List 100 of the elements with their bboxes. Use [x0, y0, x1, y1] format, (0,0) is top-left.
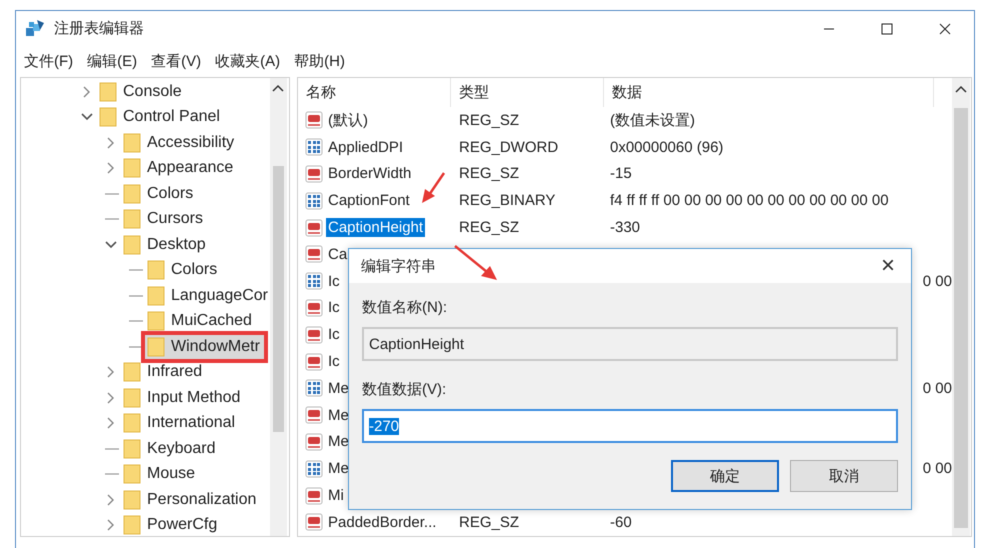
expand-chevron-icon[interactable]: [107, 417, 115, 430]
menu-item[interactable]: 编辑(E): [87, 52, 138, 70]
string-value-icon: [305, 406, 323, 424]
close-icon: [939, 22, 951, 34]
string-value-icon: [305, 432, 323, 451]
value-data: -330: [609, 219, 642, 236]
value-name[interactable]: (默认): [326, 110, 370, 131]
tree-item[interactable]: Colors: [145, 258, 222, 282]
annotation-arrow: [422, 172, 446, 203]
window-title: 注册表编辑器: [54, 19, 144, 38]
value-name[interactable]: Mi: [326, 486, 346, 506]
tree-line-icon: [127, 268, 143, 272]
input-field[interactable]: CaptionHeight: [362, 327, 898, 361]
column-header[interactable]: 数据: [604, 78, 934, 107]
value-type: REG_SZ: [458, 165, 520, 182]
tree-item[interactable]: WindowMetr: [145, 334, 264, 359]
binary-value-icon: [305, 460, 323, 478]
scroll-up-icon[interactable]: [955, 85, 967, 93]
value-name[interactable]: Me: [326, 406, 351, 425]
folder-icon: [123, 158, 141, 178]
scroll-up-icon[interactable]: [272, 84, 284, 92]
menu-item[interactable]: 查看(V): [151, 52, 202, 70]
column-header[interactable]: 名称: [298, 78, 451, 107]
tree-item[interactable]: PowerCfg: [121, 513, 222, 536]
value-name[interactable]: Ic: [326, 298, 342, 318]
tree-line-icon: [103, 217, 119, 222]
menu-item[interactable]: 帮助(H): [294, 52, 345, 70]
value-name[interactable]: Ic: [326, 352, 342, 372]
folder-icon: [147, 336, 165, 357]
menu-item[interactable]: 文件(F): [24, 52, 74, 70]
value-data: 0 00: [922, 380, 952, 397]
value-name[interactable]: BorderWidth: [326, 164, 414, 184]
value-type: REG_SZ: [458, 219, 520, 236]
collapse-chevron-icon[interactable]: [81, 113, 93, 122]
collapse-chevron-icon[interactable]: [105, 240, 117, 249]
expand-chevron-icon[interactable]: [107, 494, 115, 506]
tree-item[interactable]: Desktop: [121, 232, 210, 257]
tree-item[interactable]: Accessibility: [121, 130, 238, 155]
value-name[interactable]: Ic: [326, 272, 342, 291]
tree-item[interactable]: Appearance: [121, 156, 238, 180]
dialog-title: 编辑字符串: [361, 256, 436, 276]
expand-chevron-icon[interactable]: [83, 86, 91, 98]
tree-item[interactable]: International: [121, 411, 240, 436]
column-header[interactable]: 类型: [451, 78, 604, 107]
string-value-icon: [305, 218, 323, 237]
string-value-icon: [305, 352, 323, 371]
value-name[interactable]: Ic: [326, 325, 342, 344]
binary-value-icon: [305, 192, 323, 210]
tree-item[interactable]: Colors: [121, 182, 198, 206]
tree-line-icon: [103, 472, 119, 476]
string-value-icon: [305, 298, 323, 317]
expand-chevron-icon[interactable]: [107, 392, 115, 404]
binary-value-icon: [305, 272, 323, 290]
tree-item[interactable]: Control Panel: [97, 105, 224, 130]
input-field[interactable]: -270: [362, 409, 898, 443]
maximize-icon: [881, 22, 893, 34]
folder-icon: [123, 362, 141, 382]
dialog-button[interactable]: 取消: [790, 460, 898, 492]
tree-item[interactable]: Keyboard: [121, 436, 220, 461]
value-data: -15: [609, 165, 633, 182]
tree-item[interactable]: Infrared: [121, 360, 206, 384]
value-name[interactable]: AppliedDPI: [326, 138, 406, 157]
folder-icon: [99, 107, 117, 128]
value-name[interactable]: PaddedBorder...: [326, 512, 438, 532]
scrollbar[interactable]: [270, 78, 287, 536]
tree-item[interactable]: Console: [97, 80, 186, 104]
string-value-icon: [305, 164, 323, 183]
tree-item[interactable]: Cursors: [121, 207, 208, 232]
tree-line-icon: [127, 319, 143, 324]
value-data: (数值未设置): [609, 110, 696, 130]
field-label: 数值数据(V):: [362, 380, 448, 399]
value-name[interactable]: CaptionHeight: [326, 218, 426, 238]
value-data: f4 ff ff ff 00 00 00 00 00 00 00 00 00 00 00: [609, 192, 890, 210]
folder-icon: [123, 234, 141, 255]
expand-chevron-icon[interactable]: [107, 366, 115, 378]
tree-item[interactable]: MuiCached: [145, 309, 256, 334]
menu-item[interactable]: 收藏夹(A): [215, 52, 280, 70]
value-name[interactable]: Ca: [326, 244, 350, 264]
close-button[interactable]: ×: [865, 249, 911, 283]
tree-item[interactable]: LanguageCor: [145, 284, 272, 308]
expand-chevron-icon[interactable]: [107, 162, 115, 174]
tree-item[interactable]: Mouse: [121, 462, 200, 486]
tree-item[interactable]: Personalization: [121, 488, 260, 512]
value-name[interactable]: CaptionFont: [326, 191, 412, 210]
tree-line-icon: [103, 192, 119, 196]
expand-chevron-icon[interactable]: [107, 136, 115, 149]
dialog-button[interactable]: 确定: [671, 460, 779, 492]
value-name[interactable]: Me: [326, 378, 351, 398]
tree-line-icon: [127, 294, 143, 298]
binary-value-icon: [305, 379, 323, 398]
folder-icon: [123, 438, 141, 459]
tree-item[interactable]: Input Method: [121, 386, 244, 410]
expand-chevron-icon[interactable]: [107, 519, 115, 532]
folder-icon: [147, 260, 165, 280]
value-name[interactable]: Me: [326, 432, 351, 452]
folder-icon: [123, 413, 141, 434]
scrollbar[interactable]: [952, 78, 970, 536]
value-type: REG_SZ: [458, 112, 520, 129]
value-name[interactable]: Me: [326, 459, 351, 478]
value-type: REG_DWORD: [458, 138, 560, 156]
